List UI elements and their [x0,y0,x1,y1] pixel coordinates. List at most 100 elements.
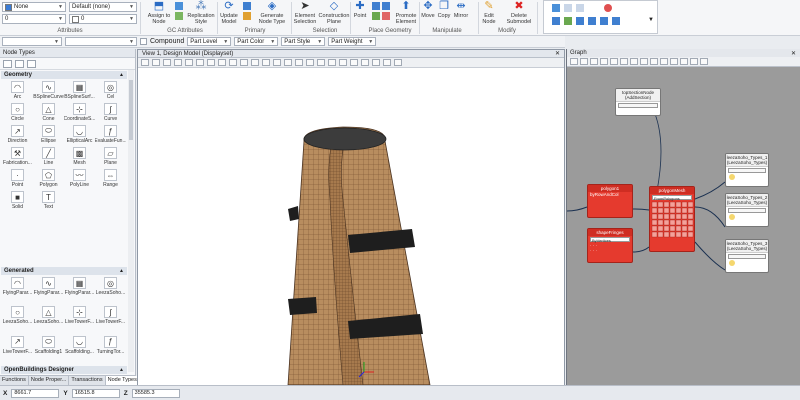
graph-tool-icon[interactable] [610,58,618,65]
construction-plane-button[interactable]: ◇ Construction Plane [318,0,350,26]
tool-icon[interactable] [552,17,560,25]
node-tile[interactable]: ƒ TurningTor... [95,335,126,357]
part-style-combo[interactable]: Part Style ▼ [281,37,326,46]
replication-style-button[interactable]: ⁂ Replication Style [186,0,216,26]
compound-checkbox[interactable] [140,38,147,45]
part-color-combo[interactable]: Part Color ▼ [234,37,279,46]
update-model-button[interactable]: ⟳ Update Model [218,0,240,26]
record-icon[interactable] [604,4,612,12]
node-tile[interactable]: ∿ BSplineCurve [33,80,64,102]
node-tile[interactable]: ▦ BSplineSurf... [64,80,95,102]
attribute-icon[interactable] [175,2,183,10]
x-field[interactable]: 8661.7 [11,388,60,398]
graph-tool-icon[interactable] [630,58,638,65]
view-tool-icon[interactable] [317,59,325,66]
geometry-icon[interactable] [372,2,380,10]
view-tool-icon[interactable] [372,59,380,66]
node-tile[interactable]: ⇔ Range [95,168,126,190]
node-tile[interactable]: ⚒ Fabrication... [2,146,33,168]
graph-tool-icon[interactable] [650,58,658,65]
node-tile[interactable]: ◎ Cel [95,80,126,102]
view-tool-icon[interactable] [152,59,160,66]
node-tile[interactable]: ■ Solid [2,190,33,212]
graph-tool-icon[interactable] [660,58,668,65]
tab-transactions[interactable]: Transactions [69,376,106,385]
graph-node-polygon1[interactable]: polygon1 byRowAndCol [587,184,633,218]
graph-node-leezasoho-types-2[interactable]: leezaSoho_Types_2 (LeezaSoho_Types) [725,193,769,227]
view-tool-icon[interactable] [273,59,281,66]
graph-node-polygon-mesh[interactable]: polygonMesh FromPolygons [649,186,695,252]
graph-node-leezasoho-types-1[interactable]: leezaSoho_Types_1 (LeezaSoho_Types) [725,153,769,187]
node-tile[interactable]: ⊹ CoordinateS... [64,102,95,124]
palette-dropdown-icon[interactable]: ▼ [648,17,654,23]
move-button[interactable]: ✥ Move [420,0,436,20]
part-weight-combo[interactable]: Part Weight ▼ [328,37,377,46]
view-tool-icon[interactable] [295,59,303,66]
tool-icon[interactable] [600,17,608,25]
z-field[interactable]: 35585.3 [131,388,180,398]
section-geometry[interactable]: Geometry ▲ [1,71,127,79]
graph-tool-icon[interactable] [620,58,628,65]
view-tool-icon[interactable] [306,59,314,66]
view-tool-icon[interactable] [328,59,336,66]
node-tile[interactable]: ⬠ Polygon [33,168,64,190]
view-tool-icon[interactable] [339,59,347,66]
view-tool-icon[interactable] [394,59,402,66]
view-tool-icon[interactable] [383,59,391,66]
view-tool-icon[interactable] [240,59,248,66]
graph-tool-icon[interactable] [700,58,708,65]
node-tile[interactable]: · Point [2,168,33,190]
tool-icon[interactable] [588,17,596,25]
graph-tool-icon[interactable] [680,58,688,65]
view-tool-icon[interactable] [229,59,237,66]
y-field[interactable]: 16515.8 [71,388,120,398]
edit-node-button[interactable]: ✎ Edit Node [479,0,499,26]
point-button[interactable]: ✚ Point [350,0,370,20]
scrollbar-thumb[interactable] [129,80,133,140]
node-tile[interactable]: ○ Circle [2,102,33,124]
node-tile[interactable]: ╱ Line [33,146,64,168]
panel-scrollbar[interactable] [128,70,134,372]
tool-icon[interactable] [564,17,572,25]
part-level-combo[interactable]: Part Level ▼ [187,37,232,46]
style-combo[interactable]: Default (none) ▼ [69,2,137,12]
node-tile[interactable]: ↗ Direction [2,124,33,146]
section-generated[interactable]: Generated ▲ [1,267,127,275]
graph-tool-icon[interactable] [580,58,588,65]
node-tile[interactable]: ⬭ Ellipse [33,124,64,146]
view-tool-icon[interactable] [163,59,171,66]
view-tool-icon[interactable] [361,59,369,66]
tab-node-properties[interactable]: Node Proper... [29,376,70,385]
model-icon[interactable] [243,12,251,20]
view-canvas[interactable] [138,69,564,386]
graph-tool-icon[interactable] [590,58,598,65]
promote-element-button[interactable]: ⬆ Promote Element [393,0,419,26]
node-tile[interactable]: ∫ Curve [95,102,126,124]
node-field[interactable] [618,103,658,108]
geometry-icon[interactable] [382,12,390,20]
sort-icon[interactable] [15,59,24,68]
node-tile[interactable]: ◡ Scaffolding... [64,335,95,357]
tool-icon[interactable] [576,4,584,12]
node-tile[interactable]: T Text [33,190,64,212]
delete-submodel-button[interactable]: ✖ Delete Submodel [503,0,535,26]
view-tool-icon[interactable] [251,59,259,66]
view-tool-icon[interactable] [174,59,182,66]
node-tile[interactable]: ▱ Plane [95,146,126,168]
node-tile[interactable]: ◎ LeezaSoho... [95,276,126,298]
node-tile[interactable]: ƒ EvaluateFun... [95,124,126,146]
node-tile[interactable]: △ Cone [33,102,64,124]
assign-to-node-button[interactable]: ⬒ Assign to Node [146,0,172,26]
element-selection-button[interactable]: ➤ Element Selection [292,0,318,26]
geometry-icon[interactable] [372,12,380,20]
graph-tool-icon[interactable] [640,58,648,65]
tool-icon[interactable] [552,4,560,12]
node-tile[interactable]: ◠ Arc [2,80,33,102]
node-tile[interactable]: 〰 PolyLine [64,168,95,190]
color-combo[interactable]: 0 ▼ [69,14,137,24]
node-tile[interactable]: ◡ EllipticalArc [64,124,95,146]
active-combo[interactable]: ▼ [2,37,62,46]
geometry-icon[interactable] [382,2,390,10]
close-icon[interactable]: ✕ [791,50,796,57]
graph-node-leezasoho-types-3[interactable]: leezaSoho_Types_3 (LeezaSoho_Types) [725,239,769,273]
